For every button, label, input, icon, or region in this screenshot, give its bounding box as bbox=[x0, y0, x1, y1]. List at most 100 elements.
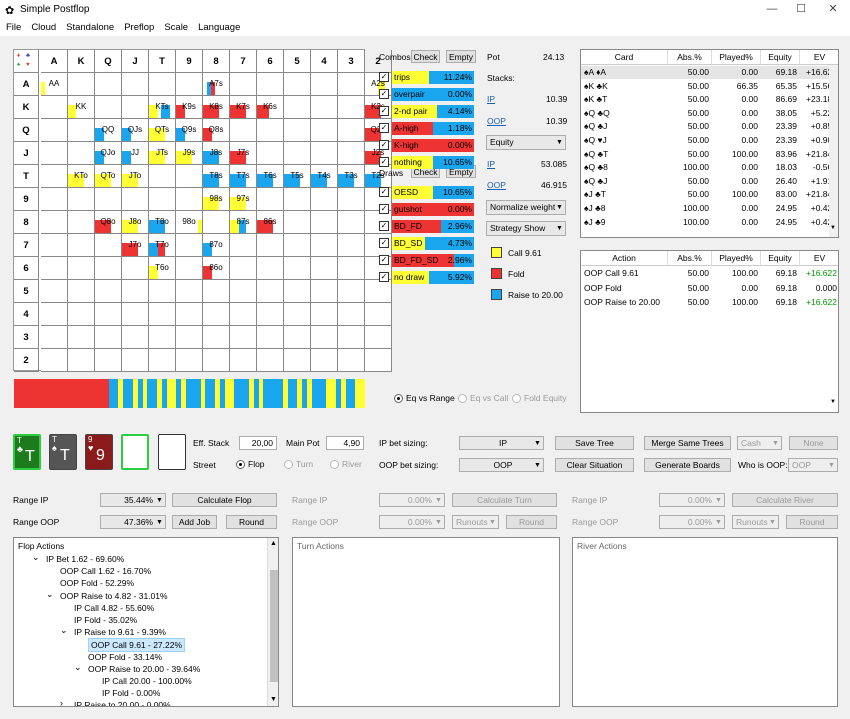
matrix-cell-jto[interactable]: JTo bbox=[122, 165, 149, 188]
matrix-cell[interactable] bbox=[311, 188, 338, 211]
checkbox[interactable]: ✓ bbox=[379, 187, 389, 197]
matrix-cell[interactable] bbox=[41, 257, 68, 280]
matrix-cell[interactable] bbox=[257, 349, 284, 372]
matrix-cell-t4s[interactable]: T4s bbox=[311, 165, 338, 188]
minimize-button[interactable]: — bbox=[758, 1, 786, 18]
matrix-cell[interactable] bbox=[257, 234, 284, 257]
matrix-cell[interactable] bbox=[311, 257, 338, 280]
menu-cloud[interactable]: Cloud bbox=[31, 22, 56, 33]
ip-stack-link[interactable]: IP bbox=[487, 94, 495, 105]
table-row[interactable]: ♠Q ♣8 100.00 0.00 18.03 -0.563 bbox=[581, 161, 838, 174]
range-oop-dropdown[interactable]: 47.36% ▼ bbox=[100, 515, 166, 529]
matrix-cell[interactable] bbox=[68, 119, 95, 142]
matrix-cell[interactable] bbox=[176, 234, 203, 257]
matrix-cell-j8o[interactable]: J8o bbox=[122, 211, 149, 234]
matrix-cell[interactable] bbox=[149, 188, 176, 211]
matrix-cell[interactable] bbox=[203, 303, 230, 326]
chevron-down-icon[interactable]: ⌄ bbox=[60, 625, 68, 636]
matrix-cell[interactable] bbox=[176, 326, 203, 349]
checkbox[interactable]: ✓ bbox=[379, 140, 389, 150]
matrix-cell-86o[interactable]: 86o bbox=[203, 257, 230, 280]
matrix-cell[interactable] bbox=[149, 349, 176, 372]
matrix-cell[interactable] bbox=[122, 73, 149, 96]
matrix-cell[interactable] bbox=[68, 73, 95, 96]
column-header[interactable]: Action bbox=[581, 251, 668, 266]
merge-trees-button[interactable]: Merge Same Trees bbox=[644, 436, 731, 450]
matrix-cell-t7o[interactable]: T7o bbox=[149, 234, 176, 257]
matrix-cell[interactable] bbox=[68, 326, 95, 349]
board-card[interactable]: T ♣ T bbox=[13, 434, 41, 470]
matrix-cell[interactable] bbox=[311, 280, 338, 303]
matrix-cell[interactable] bbox=[122, 349, 149, 372]
matrix-cell[interactable] bbox=[230, 326, 257, 349]
matrix-cell[interactable] bbox=[95, 280, 122, 303]
matrix-cell[interactable] bbox=[284, 119, 311, 142]
board-card[interactable]: 9 ♥ 9 bbox=[85, 434, 113, 470]
draws-row-bd-sd[interactable]: ✓ BD_SD 4.73% bbox=[379, 237, 474, 250]
matrix-cell[interactable] bbox=[284, 96, 311, 119]
column-header[interactable]: EV bbox=[800, 50, 838, 65]
combos-row-k-high[interactable]: ✓ K-high 0.00% bbox=[379, 139, 474, 152]
combos-row-2-nd-pair[interactable]: ✓ 2-nd pair 4.14% bbox=[379, 105, 474, 118]
eq-vs-call-radio[interactable] bbox=[458, 394, 467, 403]
checkbox[interactable]: ✓ bbox=[379, 272, 389, 282]
matrix-cell[interactable] bbox=[41, 96, 68, 119]
combos-row-nothing[interactable]: ✓ nothing 10.65% bbox=[379, 156, 474, 169]
matrix-cell[interactable] bbox=[338, 119, 365, 142]
board-card[interactable]: T ♠ T bbox=[49, 434, 77, 470]
turn-round-button[interactable]: Round bbox=[506, 515, 557, 529]
matrix-cell-t3s[interactable]: T3s bbox=[338, 165, 365, 188]
table-row[interactable]: ♠J ♣T 50.00 100.00 83.00 +21.845 bbox=[581, 188, 838, 201]
table-row[interactable]: ♠K ♣K 50.00 66.35 65.35 +15.563 bbox=[581, 80, 838, 93]
oop-stack-link[interactable]: OOP bbox=[487, 116, 506, 127]
matrix-cell-j7s[interactable]: J7s bbox=[230, 142, 257, 165]
scrollbar[interactable]: ▼ bbox=[829, 65, 838, 237]
matrix-cell-t8s[interactable]: T8s bbox=[203, 165, 230, 188]
matrix-cell[interactable] bbox=[41, 326, 68, 349]
matrix-cell[interactable] bbox=[122, 280, 149, 303]
combos-empty-button[interactable]: Empty bbox=[446, 50, 476, 63]
matrix-cell-87o[interactable]: 87o bbox=[203, 234, 230, 257]
matrix-cell[interactable] bbox=[257, 119, 284, 142]
matrix-cell-98s[interactable]: 98s bbox=[203, 188, 230, 211]
combos-row-trips[interactable]: ✓ trips 11.24% bbox=[379, 71, 474, 84]
matrix-cell[interactable] bbox=[122, 188, 149, 211]
add-job-button[interactable]: Add Job bbox=[172, 515, 217, 529]
draws-row-bd-fd-sd[interactable]: ✓ BD_FD_SD 2.96% bbox=[379, 254, 474, 267]
turn-radio[interactable] bbox=[284, 460, 293, 469]
matrix-cell[interactable] bbox=[149, 280, 176, 303]
menu-file[interactable]: File bbox=[6, 22, 21, 33]
matrix-cell[interactable] bbox=[311, 326, 338, 349]
tree-node[interactable]: OOP Raise to 4.82 - 31.01% bbox=[60, 590, 168, 602]
checkbox[interactable]: ✓ bbox=[379, 255, 389, 265]
matrix-cell[interactable] bbox=[284, 326, 311, 349]
scrollbar[interactable]: ▲ ▼ bbox=[267, 538, 278, 706]
matrix-cell[interactable] bbox=[68, 349, 95, 372]
eq-vs-range-radio[interactable] bbox=[394, 394, 403, 403]
matrix-cell[interactable] bbox=[257, 188, 284, 211]
matrix-cell[interactable] bbox=[203, 280, 230, 303]
matrix-cell[interactable] bbox=[41, 303, 68, 326]
normalize-dropdown[interactable]: Normalize weight ▼ bbox=[486, 200, 566, 215]
scroll-down-icon[interactable]: ▼ bbox=[830, 399, 836, 405]
matrix-cell[interactable] bbox=[365, 326, 392, 349]
generate-boards-button[interactable]: Generate Boards bbox=[644, 458, 731, 472]
tree-node[interactable]: IP Call 4.82 - 55.60% bbox=[74, 602, 154, 614]
matrix-cell-t6s[interactable]: T6s bbox=[257, 165, 284, 188]
calculate-turn-button[interactable]: Calculate Turn bbox=[452, 493, 557, 507]
table-row[interactable]: ♠Q ♣T 50.00 100.00 83.96 +21.840 bbox=[581, 148, 838, 161]
matrix-cell[interactable] bbox=[41, 188, 68, 211]
matrix-cell[interactable] bbox=[149, 73, 176, 96]
table-row[interactable]: ♠J ♣8 100.00 0.00 24.95 +0.423 bbox=[581, 202, 838, 215]
column-header[interactable]: Abs.% bbox=[668, 50, 712, 65]
matrix-cell[interactable] bbox=[149, 303, 176, 326]
matrix-cell[interactable] bbox=[230, 73, 257, 96]
matrix-cell[interactable] bbox=[95, 73, 122, 96]
matrix-cell[interactable] bbox=[365, 349, 392, 372]
table-row[interactable]: ♠Q ♣J 50.00 0.00 26.40 +1.918 bbox=[581, 175, 838, 188]
matrix-cell[interactable] bbox=[95, 349, 122, 372]
column-header[interactable]: Played% bbox=[712, 251, 761, 266]
matrix-cell[interactable] bbox=[41, 142, 68, 165]
matrix-cell[interactable] bbox=[149, 326, 176, 349]
matrix-cell-j7o[interactable]: J7o bbox=[122, 234, 149, 257]
